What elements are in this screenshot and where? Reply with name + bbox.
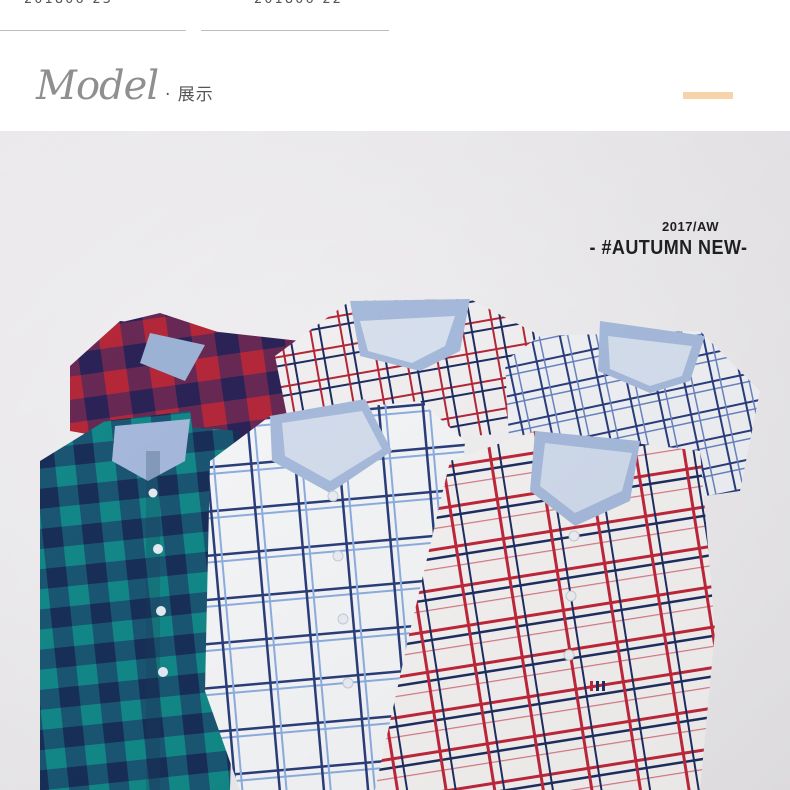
divider-line [0,30,186,31]
season-year: 2017/AW [662,219,719,234]
model-script-title: Model [36,63,159,109]
date-label: 201806-23 [24,0,113,7]
accent-bar [683,92,733,99]
season-tag: - #AUTUMN NEW- [589,237,747,259]
section-heading: Model · 展示 [0,55,790,130]
divider-line [201,30,389,31]
section-subtitle: · 展示 [165,85,214,105]
product-photo: 2017/AW - #AUTUMN NEW- [0,131,790,790]
season-badge: 2017/AW - #AUTUMN NEW- [572,219,747,260]
top-strip: 201806-23 201806-22 [0,0,790,40]
date-label: 201806-22 [254,0,343,7]
